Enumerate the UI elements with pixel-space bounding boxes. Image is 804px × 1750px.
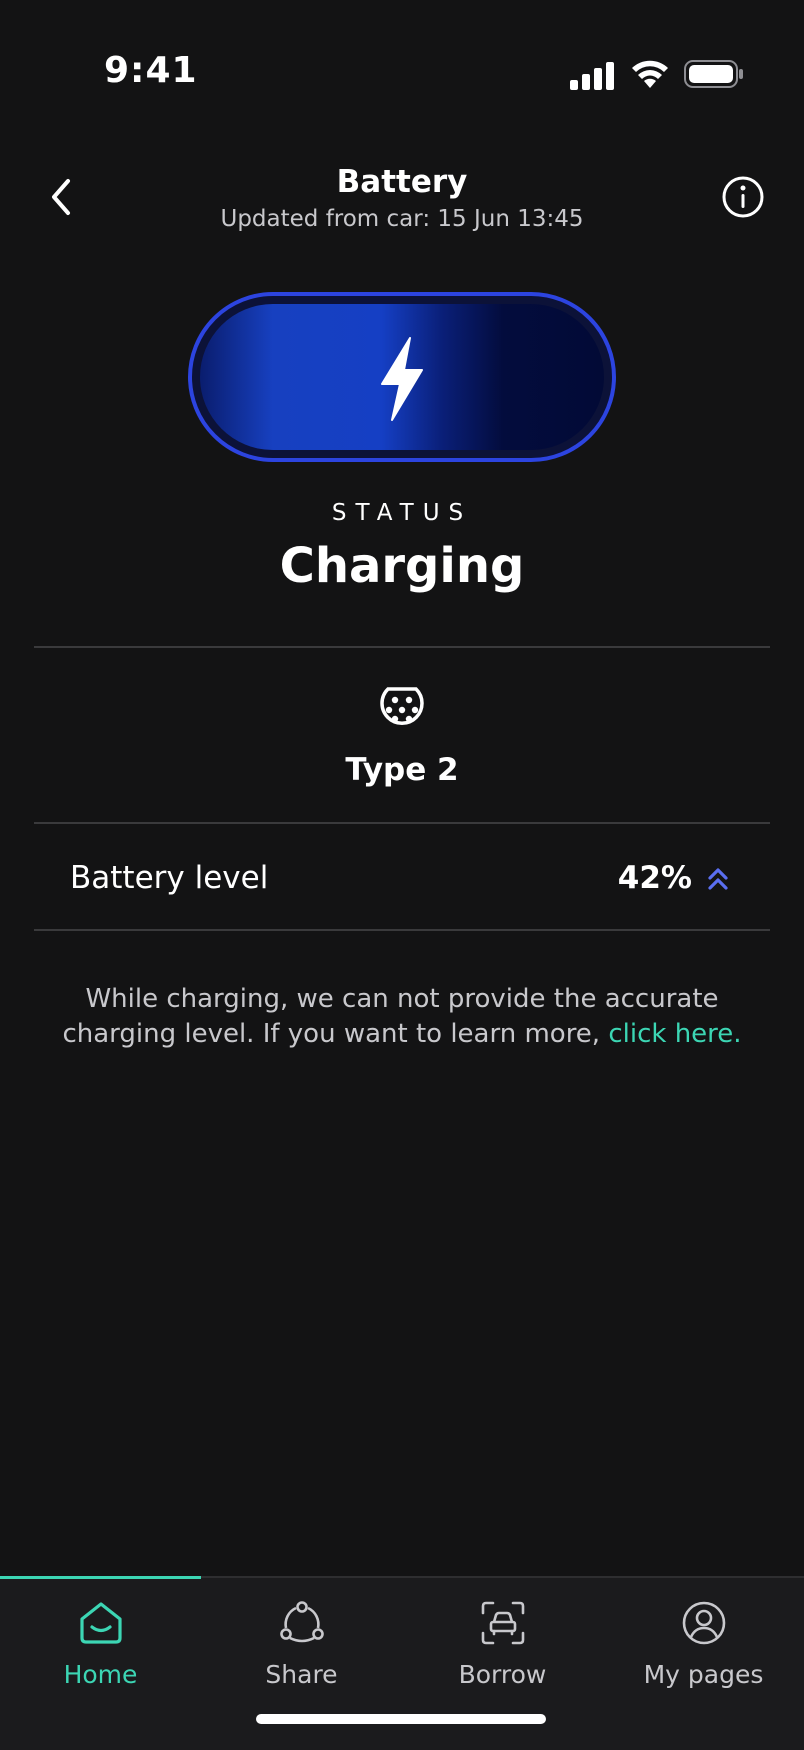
status-value: Charging: [279, 538, 525, 594]
status-label: STATUS: [331, 500, 473, 526]
tab-home[interactable]: Home: [0, 1600, 201, 1710]
home-icon: [80, 1602, 122, 1644]
tab-label: Share: [265, 1660, 338, 1689]
divider: [34, 822, 770, 824]
car-scan-icon: [481, 1601, 525, 1645]
active-tab-indicator: [0, 1576, 201, 1579]
learn-more-link[interactable]: click here.: [608, 1019, 741, 1049]
home-indicator[interactable]: [256, 1714, 546, 1724]
status-bar: 9:41: [0, 0, 804, 110]
tab-borrow[interactable]: Borrow: [402, 1600, 603, 1710]
tab-label: Borrow: [458, 1660, 547, 1689]
lightning-bolt-icon: [381, 337, 423, 421]
user-icon: [682, 1601, 726, 1645]
wifi-icon: [632, 60, 668, 88]
battery-icon: [684, 60, 743, 88]
battery-level-label: Battery level: [70, 860, 269, 896]
tab-label: Home: [63, 1660, 138, 1689]
signal-icon: [570, 62, 614, 90]
page-subtitle: Updated from car: 15 Jun 13:45: [220, 206, 584, 232]
share-icon: [280, 1601, 324, 1643]
battery-level-row[interactable]: Battery level 42%: [0, 826, 804, 932]
battery-fill: [200, 304, 604, 450]
charging-info-text: While charging, we can not provide the a…: [40, 982, 764, 1052]
battery-visual: [188, 292, 616, 462]
info-button[interactable]: [718, 172, 768, 222]
status-time: 9:41: [104, 50, 198, 91]
battery-level-value: 42%: [617, 860, 692, 896]
type2-connector-icon: [380, 687, 424, 726]
divider: [34, 646, 770, 648]
page-title: Battery: [336, 164, 468, 200]
tab-my-pages[interactable]: My pages: [603, 1600, 804, 1710]
divider: [34, 929, 770, 931]
info-icon: [722, 176, 764, 218]
tab-share[interactable]: Share: [201, 1600, 402, 1710]
connector-label: Type 2: [345, 752, 459, 788]
header: Battery Updated from car: 15 Jun 13:45: [0, 150, 804, 260]
double-chevron-up-icon: [708, 868, 728, 890]
tab-label: My pages: [643, 1660, 764, 1689]
